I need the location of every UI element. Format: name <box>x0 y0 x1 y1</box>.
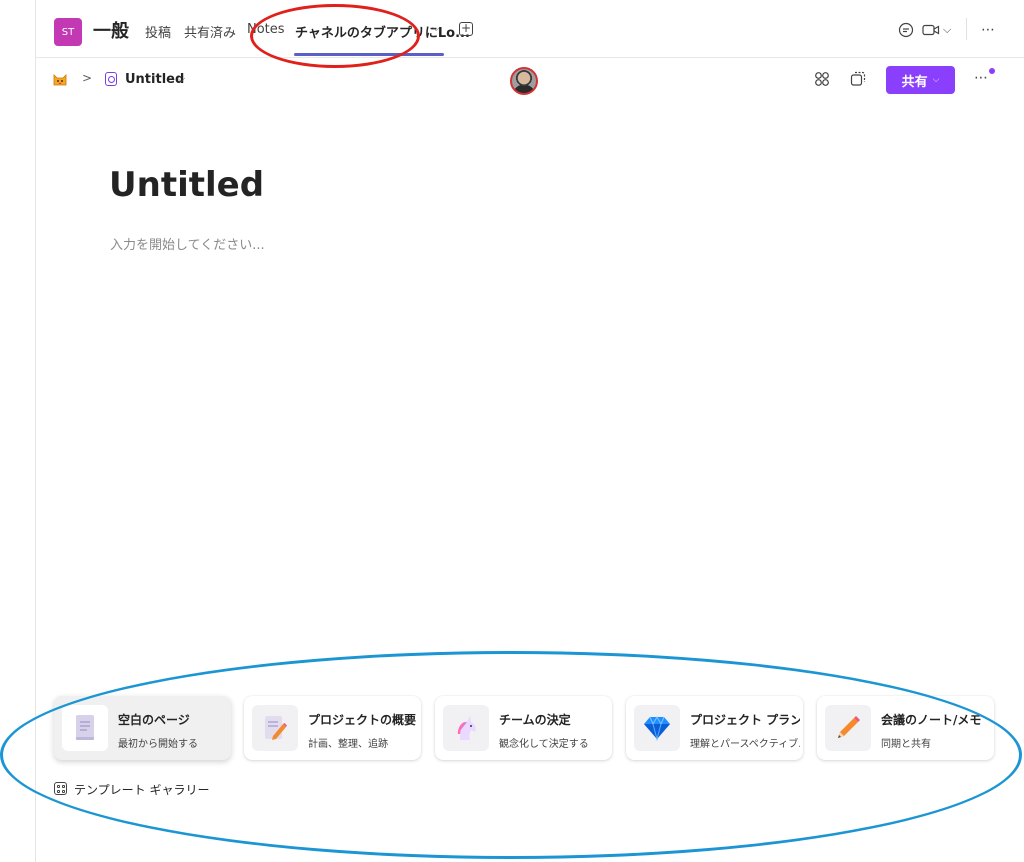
unicorn-icon <box>443 705 489 751</box>
template-card-project-overview[interactable]: プロジェクトの概要 計画、整理、追跡 <box>244 696 421 760</box>
template-card-project-planning[interactable]: プロジェクト プランニング 理解とパースペクティブ... <box>626 696 803 760</box>
add-tab-icon[interactable]: + <box>459 22 473 36</box>
template-desc: 最初から開始する <box>118 739 198 750</box>
template-title: プロジェクト プランニング <box>690 713 800 727</box>
notification-dot <box>989 68 995 74</box>
breadcrumb-separator-icon: > <box>82 71 93 85</box>
editor-placeholder[interactable]: 入力を開始してください... <box>110 234 265 253</box>
diamond-icon <box>634 705 680 751</box>
more-icon[interactable]: ⋯ <box>981 22 996 38</box>
active-tab-indicator <box>294 53 444 56</box>
tab-loop-app[interactable]: チャネルのタブアプリにLo... <box>295 22 470 41</box>
video-icon[interactable] <box>922 22 940 42</box>
workspace-icon[interactable] <box>850 71 866 91</box>
template-desc: 観念化して決定する <box>499 739 589 750</box>
team-avatar[interactable]: ST <box>54 18 82 46</box>
chevron-down-icon[interactable]: ⌵ <box>177 72 185 86</box>
page-title[interactable]: Untitled <box>109 165 264 205</box>
template-card-team-decision[interactable]: チームの決定 観念化して決定する <box>435 696 612 760</box>
tab-shared[interactable]: 共有済み <box>184 22 236 41</box>
tab-notes[interactable]: Notes <box>247 22 285 37</box>
template-desc: 理解とパースペクティブ... <box>690 739 800 750</box>
template-gallery-label: テンプレート ギャラリー <box>74 783 210 797</box>
note-pencil-icon <box>252 705 298 751</box>
channel-header: ST 一般 投稿 共有済み Notes チャネルのタブアプリにLo... ⌵ +… <box>36 0 1024 58</box>
chevron-down-icon[interactable]: ⌵ <box>943 23 951 37</box>
page-toolbar: > Untitled ⌵ 共有 ⌵ ⋯ <box>36 59 1024 103</box>
breadcrumb-page-title[interactable]: Untitled <box>125 72 184 87</box>
template-desc: 計画、整理、追跡 <box>308 739 388 750</box>
template-list: 空白のページ 最初から開始する プロジェクトの概要 計画、整理、追跡 チームの決… <box>54 696 999 762</box>
pencil-icon <box>825 705 871 751</box>
cat-icon[interactable] <box>52 71 68 91</box>
loop-page-icon <box>105 72 117 86</box>
channel-name: 一般 <box>93 21 129 42</box>
tab-posts[interactable]: 投稿 <box>145 22 171 41</box>
share-button-label: 共有 <box>901 74 928 90</box>
template-title: 会議のノート/メモ <box>881 713 982 727</box>
chat-icon[interactable] <box>898 22 914 42</box>
template-card-blank[interactable]: 空白のページ 最初から開始する <box>54 696 231 760</box>
template-title: プロジェクトの概要 <box>308 713 417 727</box>
divider <box>966 18 967 40</box>
template-title: 空白のページ <box>118 713 190 727</box>
template-desc: 同期と共有 <box>881 739 931 750</box>
template-title: チームの決定 <box>499 713 571 727</box>
chevron-down-icon: ⌵ <box>932 75 940 85</box>
avatar[interactable] <box>510 67 538 95</box>
share-button[interactable]: 共有 ⌵ <box>886 66 955 94</box>
blank-page-icon <box>62 705 108 751</box>
template-card-meeting-notes[interactable]: 会議のノート/メモ 同期と共有 <box>817 696 994 760</box>
apps-icon[interactable] <box>814 71 830 91</box>
template-gallery-icon <box>54 782 67 795</box>
more-icon[interactable]: ⋯ <box>974 70 989 86</box>
app-frame: ST 一般 投稿 共有済み Notes チャネルのタブアプリにLo... ⌵ +… <box>35 0 1024 862</box>
chevron-down-icon[interactable]: ⌵ <box>432 21 440 35</box>
